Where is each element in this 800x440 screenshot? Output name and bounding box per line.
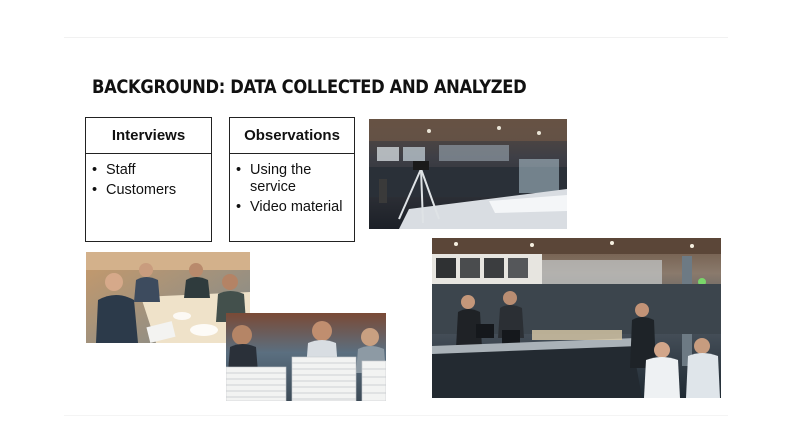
observations-box: Observations Using the service Video mat… <box>229 117 355 242</box>
cafeteria-service-counter-photo <box>432 238 721 398</box>
people-behind-plate-stacks-photo <box>226 313 386 401</box>
observations-header: Observations <box>230 118 354 154</box>
list-item: Video material <box>236 199 348 216</box>
slide-title: BACKGROUND: DATA COLLECTED AND ANALYZED <box>92 76 527 98</box>
list-item: Customers <box>92 182 205 199</box>
interviews-box: Interviews Staff Customers <box>85 117 212 242</box>
bottom-divider <box>64 415 728 416</box>
camera-tripod-in-cafeteria-photo <box>369 119 567 229</box>
interviews-header: Interviews <box>86 118 211 154</box>
list-item: Staff <box>92 162 205 179</box>
list-item: Using the service <box>236 162 348 196</box>
interviews-list: Staff Customers <box>86 154 211 199</box>
observations-list: Using the service Video material <box>230 154 354 216</box>
top-divider <box>64 37 728 38</box>
